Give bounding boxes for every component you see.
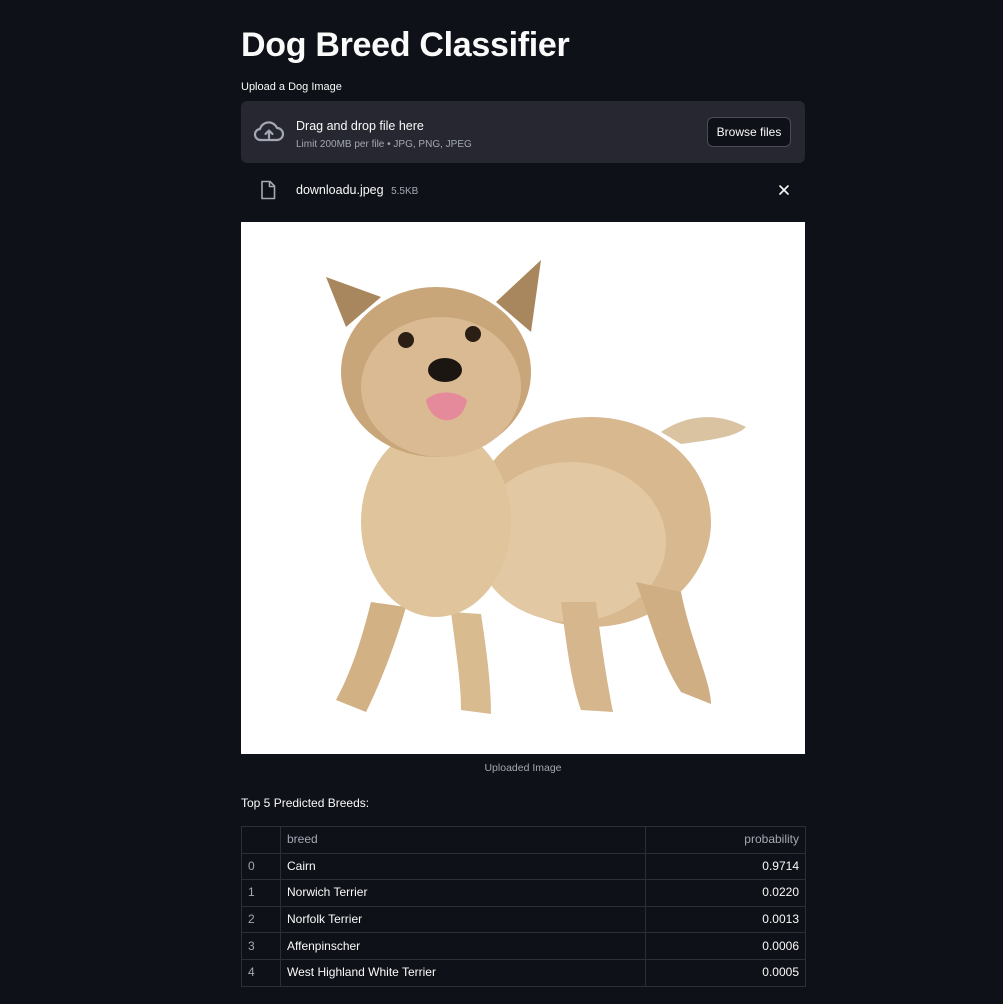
breed-cell: Cairn bbox=[280, 852, 646, 881]
uploader-label: Upload a Dog Image bbox=[241, 81, 342, 93]
probability-cell: 0.0005 bbox=[645, 958, 806, 987]
breed-cell: Norfolk Terrier bbox=[280, 905, 646, 934]
breed-cell: Norwich Terrier bbox=[280, 879, 646, 907]
results-heading: Top 5 Predicted Breeds: bbox=[241, 796, 370, 810]
predictions-table[interactable]: breed probability 0 Cairn 0.9714 1 Norwi… bbox=[241, 826, 806, 987]
table-row: 3 Affenpinscher 0.0006 bbox=[241, 932, 806, 960]
table-row: 2 Norfolk Terrier 0.0013 bbox=[241, 905, 806, 934]
table-header-row: breed probability bbox=[241, 826, 806, 854]
table-row: 4 West Highland White Terrier 0.0005 bbox=[241, 958, 806, 987]
table-row: 1 Norwich Terrier 0.0220 bbox=[241, 879, 806, 907]
index-column-header bbox=[241, 826, 281, 854]
row-index: 1 bbox=[241, 879, 281, 907]
row-index: 4 bbox=[241, 958, 281, 987]
browse-files-button[interactable]: Browse files bbox=[707, 117, 791, 147]
uploaded-file-info: downloadu.jpeg 5.5KB bbox=[296, 182, 418, 200]
dropzone-title: Drag and drop file here bbox=[296, 119, 424, 133]
row-index: 2 bbox=[241, 905, 281, 934]
close-icon[interactable] bbox=[777, 183, 791, 197]
probability-cell: 0.0006 bbox=[645, 932, 806, 960]
breed-cell: Affenpinscher bbox=[280, 932, 646, 960]
dropzone-limit-text: Limit 200MB per file • JPG, PNG, JPEG bbox=[296, 139, 472, 150]
uploaded-file-name: downloadu.jpeg bbox=[296, 183, 384, 197]
file-icon bbox=[261, 180, 276, 200]
probability-column-header[interactable]: probability bbox=[645, 826, 806, 854]
uploaded-file-size: 5.5KB bbox=[391, 186, 419, 197]
probability-cell: 0.9714 bbox=[645, 852, 806, 881]
breed-cell: West Highland White Terrier bbox=[280, 958, 646, 987]
file-dropzone[interactable]: Drag and drop file here Limit 200MB per … bbox=[241, 101, 805, 163]
row-index: 0 bbox=[241, 852, 281, 881]
table-row: 0 Cairn 0.9714 bbox=[241, 852, 806, 881]
breed-column-header[interactable]: breed bbox=[280, 826, 646, 854]
uploaded-file-row: downloadu.jpeg 5.5KB bbox=[241, 172, 805, 208]
dropzone-instructions: Drag and drop file here Limit 200MB per … bbox=[296, 118, 472, 151]
cloud-upload-icon bbox=[253, 121, 285, 142]
uploaded-dog-image bbox=[241, 222, 805, 754]
predictions-table-container: breed probability 0 Cairn 0.9714 1 Norwi… bbox=[241, 826, 806, 987]
row-index: 3 bbox=[241, 932, 281, 960]
image-caption: Uploaded Image bbox=[484, 762, 562, 774]
probability-cell: 0.0013 bbox=[645, 905, 806, 934]
page-title: Dog Breed Classifier bbox=[241, 26, 570, 64]
dog-photo bbox=[241, 222, 805, 754]
probability-cell: 0.0220 bbox=[645, 879, 806, 907]
